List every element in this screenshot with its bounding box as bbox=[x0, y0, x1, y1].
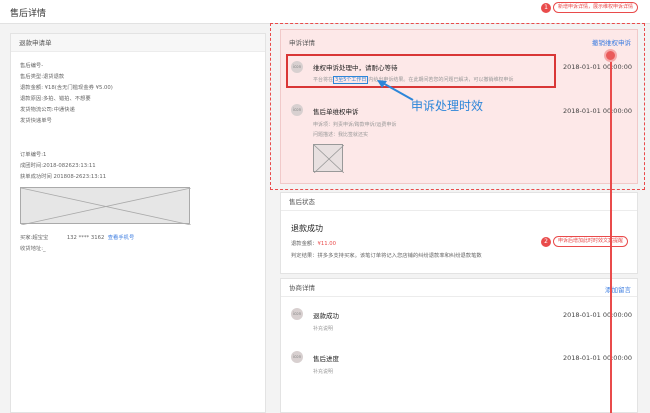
refund-amount-value: ¥11.00 bbox=[317, 241, 337, 247]
placeholder-cross-icon bbox=[20, 187, 192, 226]
annotation-badge-1: 1 bbox=[541, 3, 551, 13]
avatar: icon bbox=[291, 351, 303, 363]
avatar: icon bbox=[291, 61, 303, 73]
view-phone-link[interactable]: 查看手机号 bbox=[108, 235, 135, 241]
refund-application-panel: 退款申请单 售后编号- 售后类型:退货退款 退款金额: ¥18(含无门槛现金券 … bbox=[10, 33, 266, 413]
shipping-company: 发货物流公司:中通快递 bbox=[20, 107, 75, 113]
refund-amount-label: 退款金额： bbox=[291, 241, 318, 247]
page-title: 售后详情 bbox=[10, 9, 47, 19]
tracking-number: 发货快递单号 bbox=[20, 118, 52, 124]
scroll-handle[interactable] bbox=[604, 49, 617, 62]
nego-item-time: 2018-01-01 00:00:00 bbox=[563, 311, 633, 319]
add-message-link[interactable]: 添加留言 bbox=[605, 284, 631, 294]
timeline-scrollbar[interactable] bbox=[610, 54, 612, 413]
buyer-phone: 132 **** 3162 bbox=[66, 235, 105, 241]
after-sale-status-panel: 售后状态 退款成功 退款金额：¥11.00 判定结果：拼多多支持买家。该笔订单将… bbox=[280, 192, 638, 274]
complaint-item-time: 2018-01-01 00:00:00 bbox=[563, 107, 633, 115]
refund-amount-line: 退款金额：¥11.00 bbox=[291, 239, 336, 247]
nego-item-title: 退款成功 bbox=[313, 312, 339, 320]
annotation-badge-2: 2 bbox=[541, 237, 551, 247]
callout-arrow-icon bbox=[377, 80, 414, 101]
nego-panel-title: 协商详情 bbox=[281, 279, 637, 297]
page: 售后详情 1 新增申诉详情，展示维权申诉详情 退款申请单 售后编号- 售后类型:… bbox=[0, 0, 650, 413]
order-number: 订单编号:1 bbox=[20, 152, 47, 158]
refund-reason: 退款原因:多拍、错拍、不想要 bbox=[20, 96, 91, 102]
complaint-evidence-thumbnail[interactable] bbox=[313, 144, 345, 174]
complaint-status-title: 维权申诉处理中，请耐心等待 bbox=[313, 64, 398, 72]
buyer-name: 买家:超宝宝 bbox=[20, 235, 49, 241]
processing-time-callout: 申诉处理时效 bbox=[411, 99, 484, 113]
nego-item-time: 2018-01-01 00:00:00 bbox=[563, 354, 633, 362]
avatar: icon bbox=[291, 104, 303, 116]
cancel-complaint-link[interactable]: 撤销维权申诉 bbox=[592, 37, 631, 47]
refund-panel-title: 退款申请单 bbox=[11, 34, 265, 52]
refund-amount: 退款金额: ¥18(含无门槛现金券 ¥5.00) bbox=[20, 85, 113, 91]
buyer-line: 买家:超宝宝 132 **** 3162 查看手机号 bbox=[20, 233, 134, 241]
complaint-status-time: 2018-01-01 00:00:00 bbox=[563, 63, 633, 71]
avatar: icon bbox=[291, 308, 303, 320]
complaint-item-desc: 问题描述：我比签就还实 bbox=[313, 132, 369, 138]
nego-item-sub: 补充说明 bbox=[313, 326, 334, 332]
nego-item-title: 售后进度 bbox=[313, 355, 339, 363]
negotiation-details-panel: 协商详情 添加留言 icon 退款成功 补充说明 2018-01-01 00:0… bbox=[280, 278, 638, 413]
group-time: 成团时间:2018-082623:13:11 bbox=[20, 163, 96, 169]
top-bar: 售后详情 bbox=[0, 0, 650, 24]
nego-item-sub: 补充说明 bbox=[313, 369, 334, 375]
desc-prefix: 平台将在 bbox=[313, 77, 334, 83]
refund-result: 退款成功 bbox=[291, 224, 323, 233]
after-sale-type: 售后类型:退货退款 bbox=[20, 74, 65, 80]
complaint-item-type: 申诉项：判责申诉/跨款申诉/运费申诉 bbox=[313, 122, 397, 128]
order-success-time: 获单成功时间 201808-2623:13:11 bbox=[20, 174, 107, 180]
annotation-note-2: 申诉后增加此时时效文案提醒 bbox=[553, 236, 629, 247]
judgement-result: 判定结果：拼多多支持买家。该笔订单将记入您店铺的纠纷退款率和纠纷退款笔数 bbox=[291, 253, 482, 259]
placeholder-cross-icon bbox=[313, 144, 345, 174]
shipping-address: 收货地址:_ bbox=[20, 246, 46, 252]
processing-time-highlight: 3至5个工作日 bbox=[333, 76, 369, 84]
status-panel-title: 售后状态 bbox=[281, 193, 637, 211]
evidence-image-placeholder bbox=[20, 187, 192, 226]
after-sale-number: 售后编号- bbox=[20, 63, 44, 69]
annotation-note-1: 新增申诉详情，展示维权申诉详情 bbox=[553, 2, 639, 13]
complaint-title: 申诉详情 bbox=[289, 39, 315, 47]
complaint-item-title: 售后单维权申诉 bbox=[313, 108, 359, 116]
